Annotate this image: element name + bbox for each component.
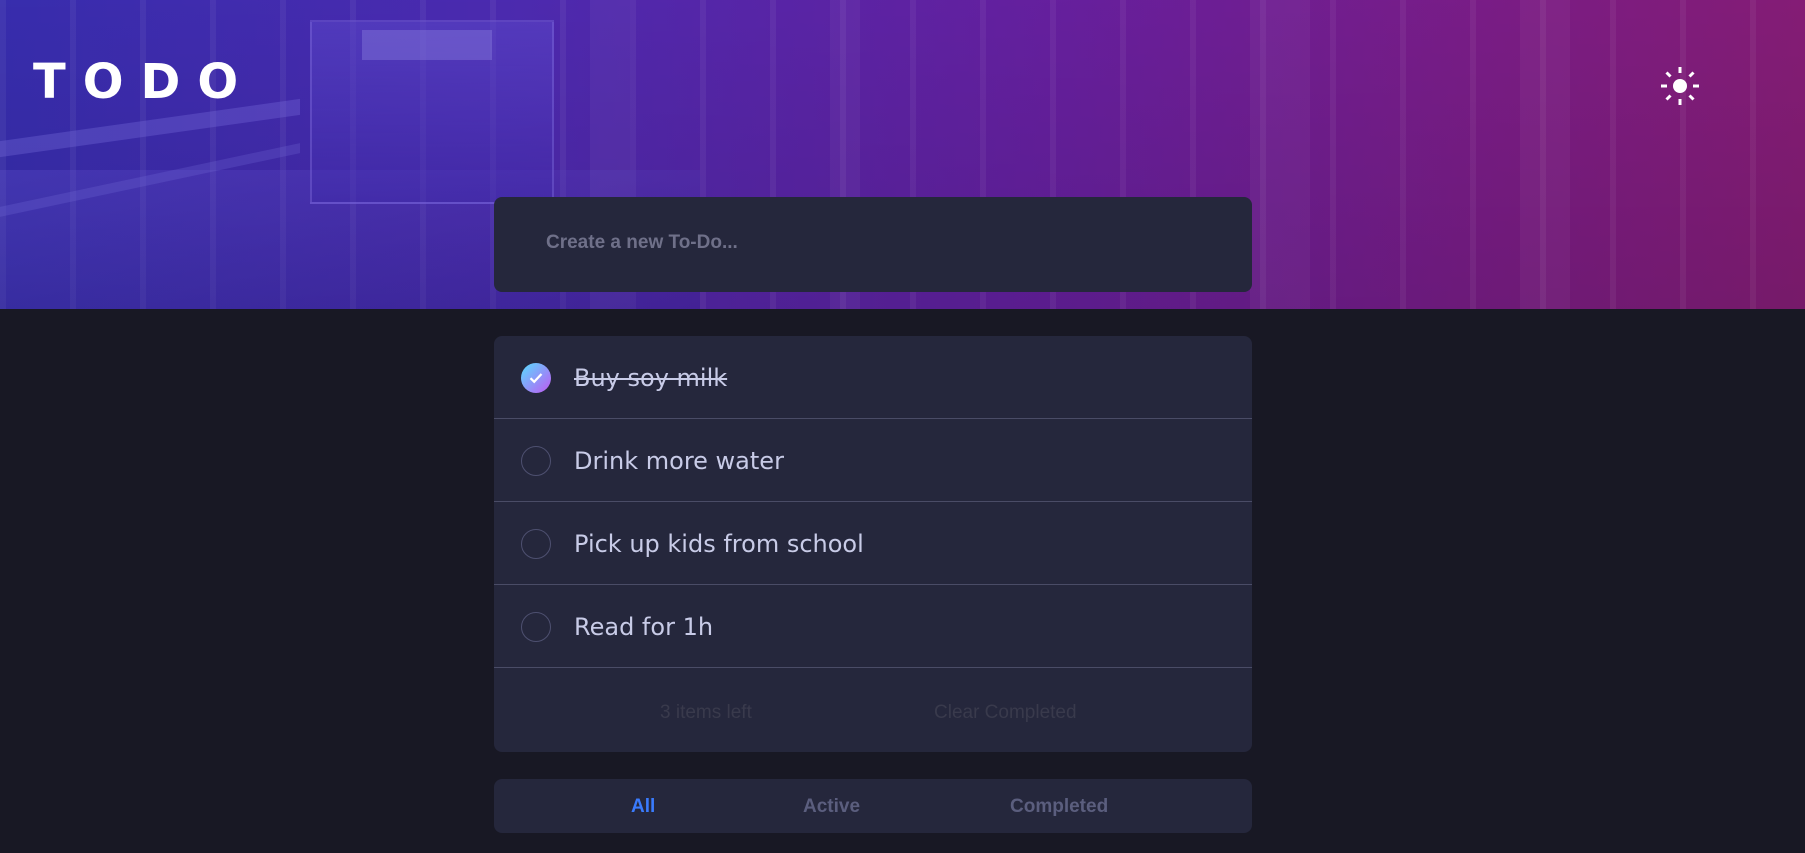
filter-all[interactable]: All [631, 796, 655, 818]
todo-text[interactable]: Read for 1h [574, 610, 713, 644]
clear-completed-button[interactable]: Clear Completed [934, 702, 1077, 724]
items-left-count: 3 items left [660, 702, 752, 723]
sun-icon [1661, 67, 1699, 105]
new-todo-card [494, 197, 1252, 292]
theme-toggle-button[interactable] [1660, 66, 1700, 106]
filter-active[interactable]: Active [803, 796, 860, 818]
list-footer: 3 items left Clear Completed [494, 668, 1252, 752]
filter-bar: All Active Completed [494, 779, 1252, 833]
check-icon [529, 373, 543, 384]
todo-item[interactable]: Read for 1h [494, 585, 1252, 668]
app-logo: TODO [33, 54, 256, 110]
todo-text[interactable]: Drink more water [574, 444, 784, 478]
todo-checkbox[interactable] [521, 612, 551, 642]
filter-completed[interactable]: Completed [1010, 796, 1108, 818]
new-todo-input[interactable] [546, 225, 1196, 261]
todo-item[interactable]: Pick up kids from school [494, 502, 1252, 585]
todo-checkbox[interactable] [521, 529, 551, 559]
todo-item[interactable]: Drink more water [494, 419, 1252, 502]
todo-item[interactable]: Buy soy milk [494, 336, 1252, 419]
todo-list: Buy soy milk Drink more water Pick up ki… [494, 336, 1252, 752]
todo-text[interactable]: Buy soy milk [574, 361, 727, 395]
todo-checkbox[interactable] [521, 446, 551, 476]
todo-checkbox-checked[interactable] [521, 363, 551, 393]
todo-text[interactable]: Pick up kids from school [574, 527, 864, 561]
